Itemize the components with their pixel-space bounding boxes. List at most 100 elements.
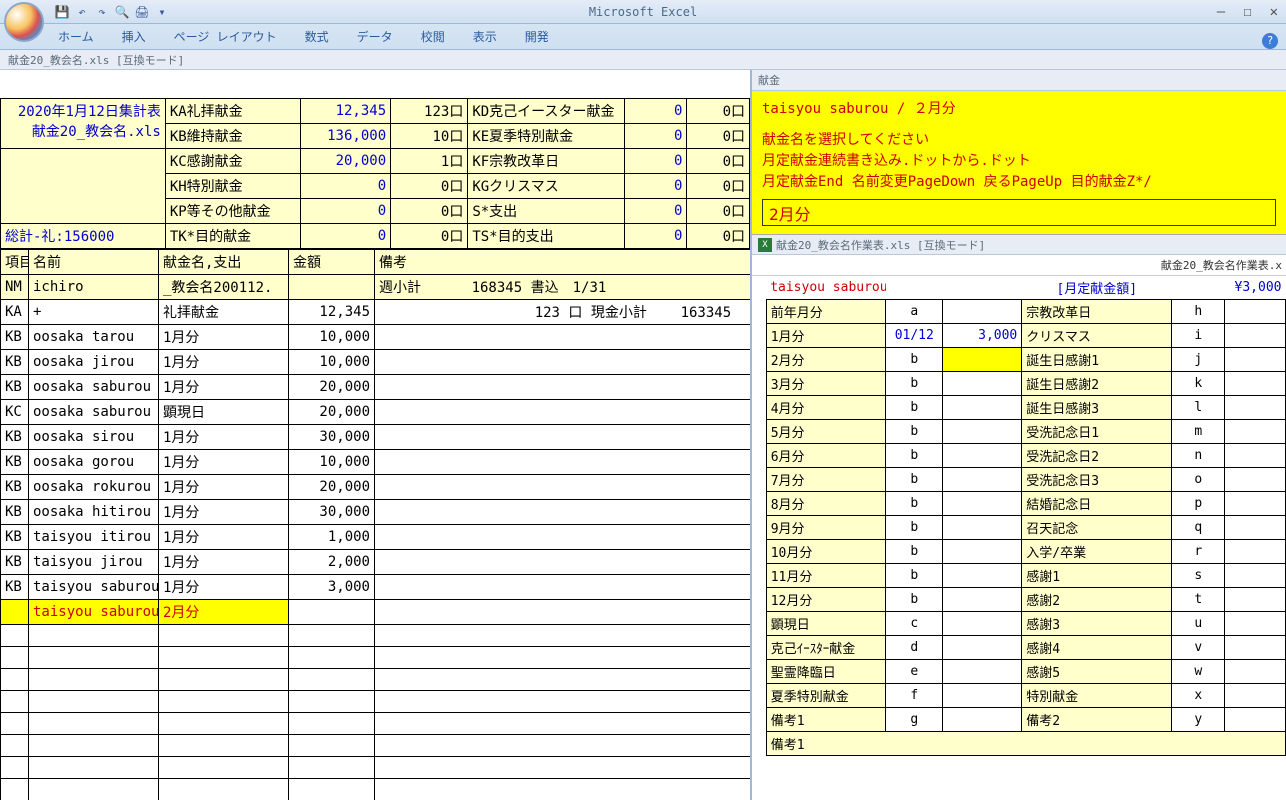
event-label[interactable]: 感謝2 <box>1022 588 1172 612</box>
entry-note[interactable] <box>375 450 753 475</box>
event-code[interactable]: l <box>1172 396 1225 420</box>
entry-code[interactable]: KB <box>1 525 29 550</box>
event-label[interactable]: 誕生日感謝3 <box>1022 396 1172 420</box>
entry-code[interactable]: KB <box>1 350 29 375</box>
qat-dropdown-icon[interactable]: ▾ <box>154 4 170 20</box>
entry-note[interactable] <box>375 525 753 550</box>
entry-code[interactable]: KB <box>1 500 29 525</box>
month-label[interactable]: 夏季特別献金 <box>766 684 886 708</box>
event-label[interactable]: 誕生日感謝1 <box>1022 348 1172 372</box>
cell[interactable] <box>1 600 29 625</box>
event-code[interactable]: y <box>1172 708 1225 732</box>
entry-code[interactable]: KB <box>1 375 29 400</box>
tab-page-layout[interactable]: ページ レイアウト <box>172 24 279 49</box>
event-code[interactable]: n <box>1172 444 1225 468</box>
entry-month[interactable]: 1月分 <box>159 375 289 400</box>
cell[interactable]: NM <box>1 275 29 300</box>
event-code[interactable]: h <box>1172 300 1225 324</box>
cell[interactable]: 礼拝献金 <box>159 300 289 325</box>
month-input[interactable] <box>762 199 1276 226</box>
cell[interactable] <box>1 779 29 800</box>
month-code[interactable]: b <box>886 492 943 516</box>
entry-code[interactable]: KB <box>1 425 29 450</box>
summary-amt[interactable]: 0 <box>301 174 391 199</box>
event-code[interactable]: s <box>1172 564 1225 588</box>
cell[interactable] <box>29 625 159 647</box>
event-code[interactable]: j <box>1172 348 1225 372</box>
entry-name[interactable]: taisyou saburou <box>29 575 159 600</box>
entries-table[interactable]: 項目 名前 献金名,支出 金額 備考 NM ichiro _教会名200112.… <box>0 249 752 800</box>
entry-name[interactable]: taisyou itirou <box>29 525 159 550</box>
entry-note[interactable] <box>375 550 753 575</box>
entry-month[interactable]: 1月分 <box>159 550 289 575</box>
summary-count[interactable]: 123口 <box>391 99 468 124</box>
month-code[interactable]: 01/12 <box>886 324 943 348</box>
event-code[interactable]: q <box>1172 516 1225 540</box>
month-value[interactable] <box>943 420 1022 444</box>
event-value[interactable] <box>1225 612 1286 636</box>
event-value[interactable] <box>1225 420 1286 444</box>
cell[interactable] <box>289 275 375 300</box>
entry-amount[interactable]: 20,000 <box>289 475 375 500</box>
entry-note[interactable] <box>375 400 753 425</box>
tab-insert[interactable]: 挿入 <box>120 24 148 49</box>
month-code[interactable]: a <box>886 300 943 324</box>
month-code[interactable]: c <box>886 612 943 636</box>
month-value[interactable] <box>943 588 1022 612</box>
event-label[interactable]: 結婚記念日 <box>1022 492 1172 516</box>
summary-amt[interactable]: 136,000 <box>301 124 391 149</box>
month-code[interactable]: b <box>886 396 943 420</box>
event-label[interactable]: 受洗記念日2 <box>1022 444 1172 468</box>
event-value[interactable] <box>1225 660 1286 684</box>
month-code[interactable]: b <box>886 420 943 444</box>
entry-amount[interactable]: 1,000 <box>289 525 375 550</box>
month-value[interactable] <box>943 300 1022 324</box>
entry-name[interactable]: oosaka gorou <box>29 450 159 475</box>
cell[interactable]: 123 口 現金小計 163345 <box>375 300 753 325</box>
event-code[interactable]: i <box>1172 324 1225 348</box>
summary-amt2[interactable]: 0 <box>624 149 687 174</box>
summary-amt[interactable]: 0 <box>301 199 391 224</box>
month-value[interactable] <box>943 444 1022 468</box>
summary-amt[interactable]: 0 <box>301 224 391 249</box>
print-icon[interactable]: 🖨 <box>134 4 150 20</box>
entry-name[interactable]: oosaka jirou <box>29 350 159 375</box>
summary-code2[interactable]: KGクリスマス <box>468 174 624 199</box>
summary-amt2[interactable]: 0 <box>624 99 687 124</box>
cell[interactable]: _教会名200112. <box>159 275 289 300</box>
left-worksheet[interactable]: 2020年1月12日集計表献金20_教会名.xlsKA礼拝献金12,345123… <box>0 70 752 800</box>
entry-month[interactable]: 1月分 <box>159 525 289 550</box>
cell[interactable] <box>159 669 289 691</box>
cell[interactable] <box>289 779 375 800</box>
event-label[interactable]: 感謝1 <box>1022 564 1172 588</box>
entry-amount[interactable]: 30,000 <box>289 425 375 450</box>
summary-code[interactable]: KP等その他献金 <box>165 199 301 224</box>
tab-home[interactable]: ホーム <box>56 24 96 49</box>
month-code[interactable]: b <box>886 468 943 492</box>
event-value[interactable] <box>1225 564 1286 588</box>
event-value[interactable] <box>1225 396 1286 420</box>
entry-name[interactable]: oosaka saburou <box>29 400 159 425</box>
entry-code[interactable]: KB <box>1 475 29 500</box>
event-value[interactable] <box>1225 444 1286 468</box>
event-value[interactable] <box>1225 540 1286 564</box>
summary-count2[interactable]: 0口 <box>687 149 750 174</box>
month-code[interactable]: b <box>886 444 943 468</box>
cell[interactable] <box>289 625 375 647</box>
entry-amount[interactable]: 20,000 <box>289 400 375 425</box>
month-label[interactable]: 3月分 <box>766 372 886 396</box>
cell[interactable] <box>159 691 289 713</box>
cell[interactable] <box>29 735 159 757</box>
event-code[interactable]: p <box>1172 492 1225 516</box>
event-code[interactable]: r <box>1172 540 1225 564</box>
tab-data[interactable]: データ <box>355 24 395 49</box>
tab-view[interactable]: 表示 <box>471 24 499 49</box>
event-label[interactable]: 入学/卒業 <box>1022 540 1172 564</box>
entry-month[interactable]: 1月分 <box>159 425 289 450</box>
event-code[interactable]: t <box>1172 588 1225 612</box>
month-value[interactable] <box>943 684 1022 708</box>
summary-code[interactable]: KC感謝献金 <box>165 149 301 174</box>
event-value[interactable] <box>1225 588 1286 612</box>
cell[interactable] <box>289 600 375 625</box>
event-label[interactable]: 受洗記念日3 <box>1022 468 1172 492</box>
